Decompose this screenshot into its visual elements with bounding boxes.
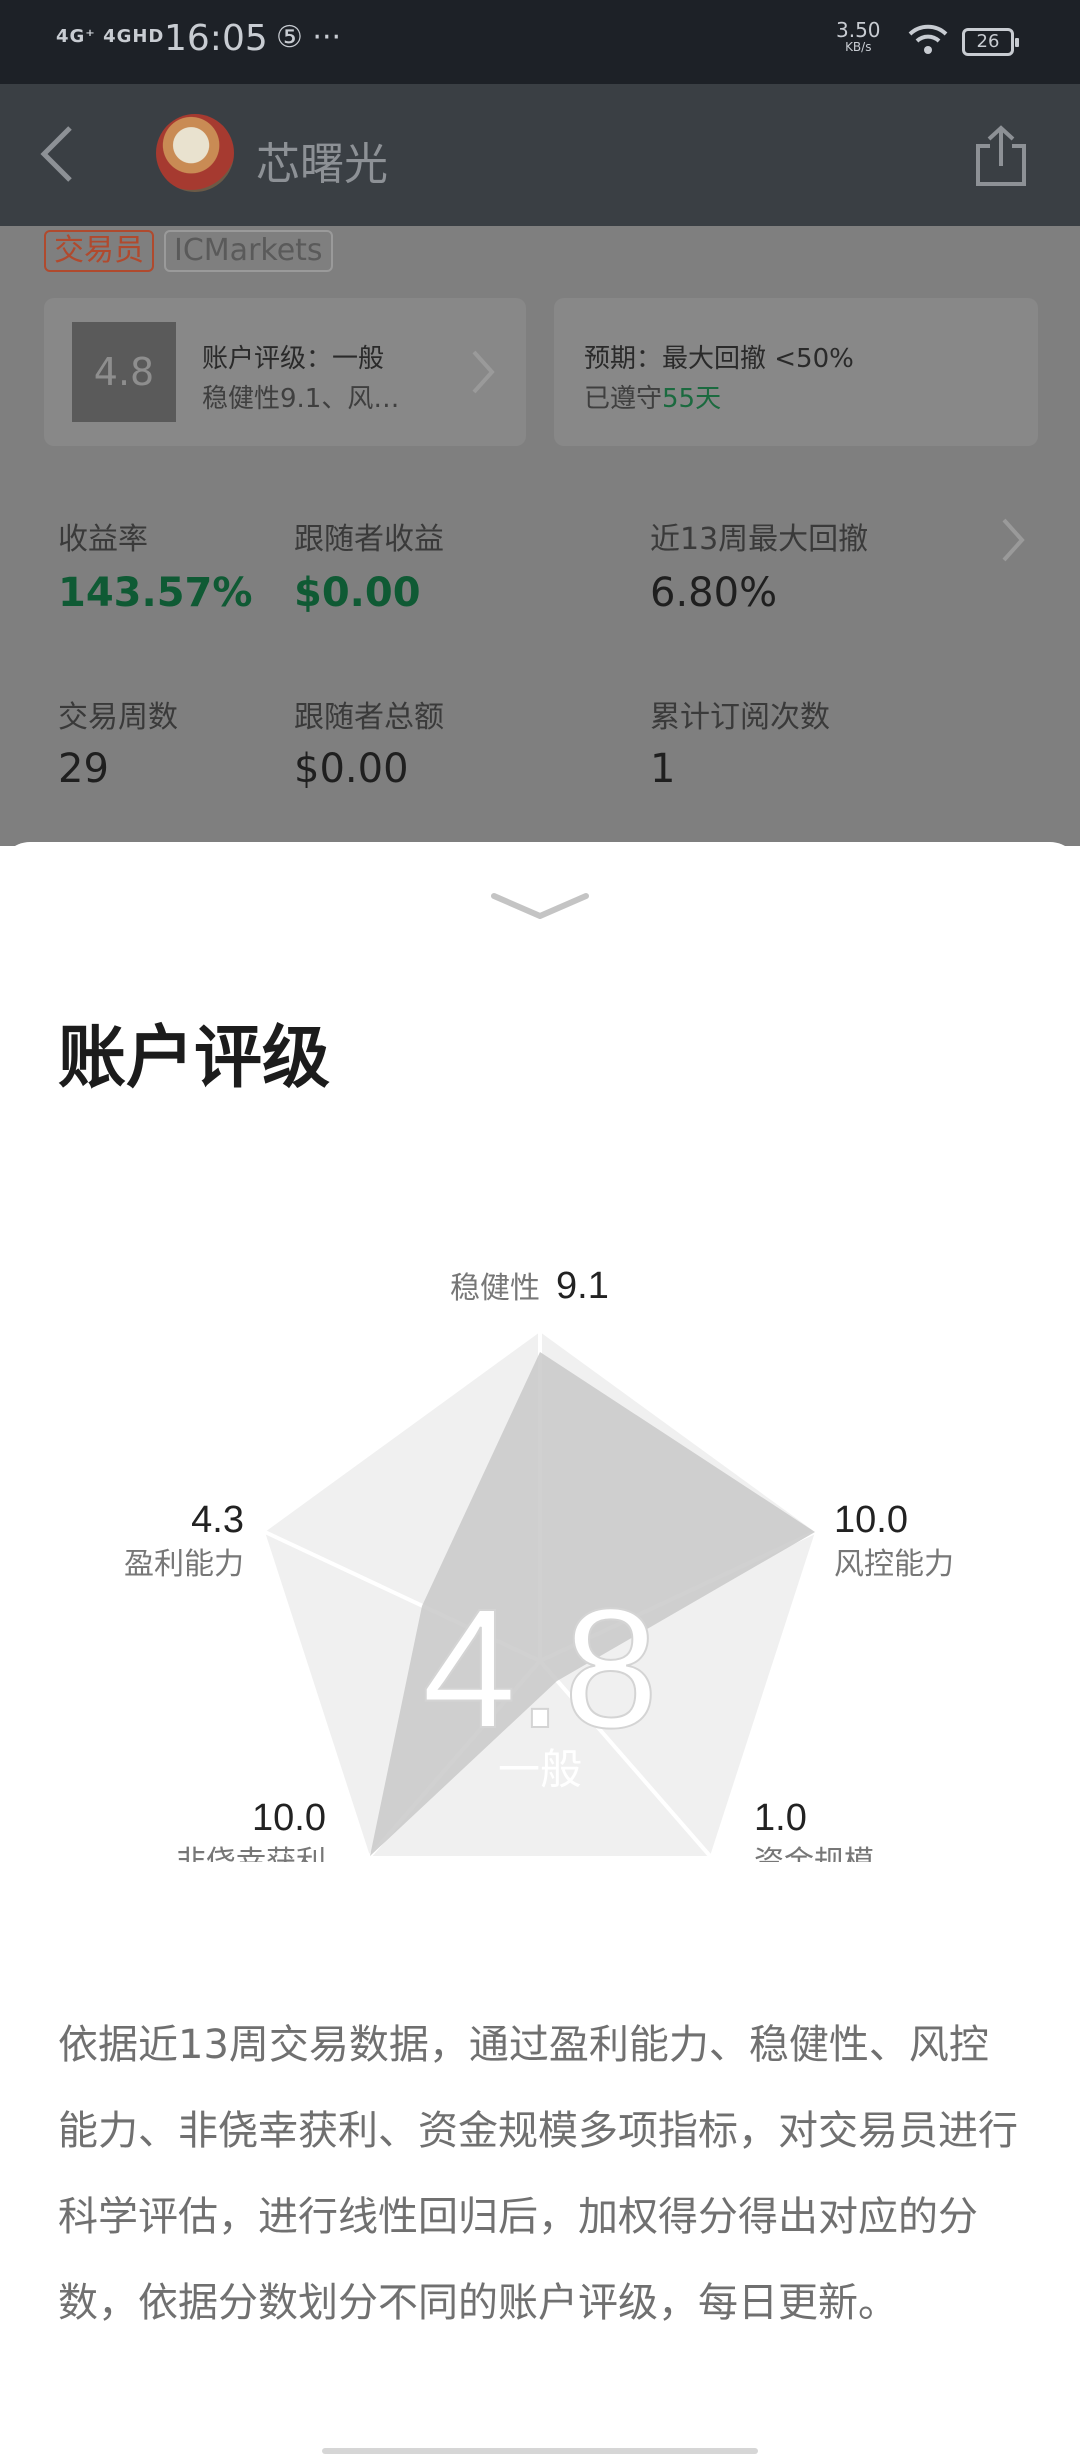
app-header: 芯曙光 (0, 84, 1080, 226)
return-value: 143.57% (58, 570, 253, 616)
expectation-card[interactable]: 预期：最大回撤 <50% 已遵守55天 (554, 298, 1038, 446)
weeks-label: 交易周数 (58, 700, 178, 735)
overall-score: 4.8 (422, 1574, 658, 1764)
rating-bottom-sheet: 账户评级 4.8 一般 稳健性 9.1 10.0 风控能力 1.0 资金规模 1… (0, 842, 1080, 2460)
compliance-days: 55天 (662, 384, 722, 414)
follower-total-value: $0.00 (294, 746, 409, 792)
avatar[interactable] (156, 114, 234, 192)
rating-card-title: 账户评级：一般 (202, 344, 385, 374)
follower-total-label: 跟随者总额 (294, 700, 444, 735)
rating-card-summary: 稳健性9.1、风… (202, 384, 400, 414)
axis-label-non-luck: 非侥幸获利 (176, 1845, 326, 1862)
back-arrow-icon[interactable] (34, 122, 84, 186)
axis-value-non-luck: 10.0 (252, 1797, 326, 1839)
notification-icons: ⑤ ··· (276, 20, 342, 55)
axis-label-fund-size: 资金规模 (754, 1845, 874, 1862)
axis-value-risk-control: 10.0 (834, 1499, 908, 1541)
subscriptions-value: 1 (650, 746, 676, 792)
return-label: 收益率 (58, 522, 148, 557)
network-speed-value: 3.50 (836, 18, 881, 42)
axis-label-stability: 稳健性 (450, 1271, 540, 1306)
network-speed: 3.50 KB/s (836, 20, 881, 54)
rating-card[interactable]: 4.8 账户评级：一般 稳健性9.1、风… (44, 298, 526, 446)
trader-tag: 交易员 (44, 230, 154, 272)
expectation-compliance: 已遵守55天 (584, 378, 721, 415)
rating-description: 依据近13周交易数据，通过盈利能力、稳健性、风控能力、非侥幸获利、资金规模多项指… (58, 2022, 1018, 2326)
profile-overview: 交易员 ICMarkets 4.8 账户评级：一般 稳健性9.1、风… 预期：最大… (0, 226, 1080, 846)
clock: 16:05 (164, 18, 268, 59)
axis-value-fund-size: 1.0 (754, 1797, 807, 1839)
weeks-value: 29 (58, 746, 109, 792)
subscriptions-label: 累计订阅次数 (650, 700, 830, 735)
share-icon[interactable] (972, 124, 1030, 188)
axis-label-profitability: 盈利能力 (124, 1547, 244, 1582)
home-indicator[interactable] (322, 2448, 758, 2454)
expectation-title: 预期：最大回撤 <50% (584, 344, 854, 374)
drawdown-label: 近13周最大回撤 (650, 522, 869, 557)
compliance-prefix: 已遵守 (584, 384, 663, 414)
drawdown-value: 6.80% (650, 570, 778, 616)
rating-score-box: 4.8 (72, 322, 176, 422)
follower-profit-value: $0.00 (294, 570, 421, 616)
axis-value-profitability: 4.3 (191, 1499, 244, 1541)
overall-grade: 一般 (498, 1745, 582, 1794)
follower-profit-label: 跟随者收益 (294, 522, 444, 557)
battery-icon: 26 (962, 28, 1019, 56)
status-bar: 4G⁺ 4GHD 16:05 ⑤ ··· 3.50 KB/s 26 (0, 0, 1080, 84)
axis-label-risk-control: 风控能力 (834, 1547, 954, 1582)
chevron-right-icon (472, 350, 495, 394)
axis-value-stability: 9.1 (556, 1265, 609, 1307)
collapse-chevron-icon[interactable] (490, 888, 590, 928)
tag-row: 交易员 ICMarkets (44, 230, 343, 272)
broker-tag: ICMarkets (164, 230, 333, 272)
wifi-icon (908, 24, 948, 54)
sheet-title: 账户评级 (58, 1019, 331, 1098)
rating-radar-chart: 4.8 一般 稳健性 9.1 10.0 风控能力 1.0 资金规模 10.0 非… (124, 1265, 954, 1862)
signal-indicator: 4G⁺ 4GHD (56, 26, 165, 47)
network-speed-unit: KB/s (845, 40, 872, 54)
trader-name: 芯曙光 (256, 139, 388, 190)
chevron-right-icon[interactable] (998, 516, 1028, 564)
